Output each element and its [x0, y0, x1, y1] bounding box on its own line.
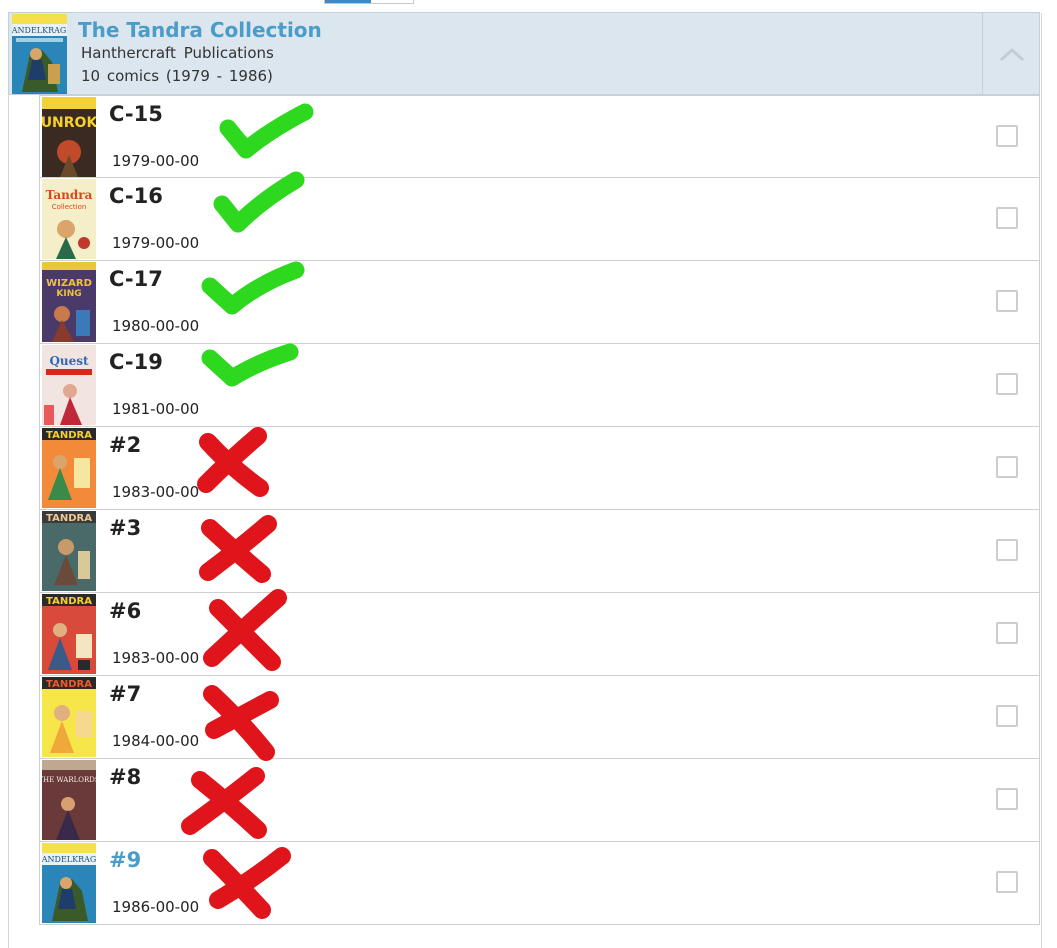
- issue-cover-thumbnail: ANDELKRAG: [42, 843, 96, 923]
- svg-text:TANDRA: TANDRA: [46, 430, 92, 441]
- svg-text:Quest: Quest: [49, 354, 89, 368]
- svg-text:Tandra: Tandra: [46, 188, 93, 202]
- issue-cover-thumbnail: Tandra Collection: [42, 179, 96, 259]
- issue-row[interactable]: ANDELKRAG #9 1986-00-00: [39, 842, 1040, 925]
- issue-number[interactable]: C-15: [109, 102, 163, 126]
- svg-text:ANDELKRAG: ANDELKRAG: [42, 855, 96, 864]
- issue-number[interactable]: #8: [109, 765, 141, 789]
- svg-text:KING: KING: [56, 289, 81, 299]
- issue-date: 1983-00-00: [112, 649, 200, 667]
- issue-date: 1984-00-00: [112, 732, 200, 750]
- issue-row[interactable]: WIZARD KING C-17 1980-00-00: [39, 261, 1040, 344]
- issue-cover-thumbnail: UNROK: [42, 97, 96, 177]
- issue-select-checkbox[interactable]: [996, 622, 1018, 644]
- series-cover-thumbnail: ANDELKRAG: [12, 14, 67, 94]
- issue-date: 1981-00-00: [112, 400, 200, 418]
- issue-number[interactable]: #2: [109, 433, 141, 457]
- svg-text:ANDELKRAG: ANDELKRAG: [12, 26, 66, 35]
- issue-date: 1983-00-00: [112, 483, 200, 501]
- issue-cover-thumbnail: TANDRA: [42, 511, 96, 591]
- issue-row[interactable]: Quest C-19 1981-00-00: [39, 344, 1040, 427]
- issue-row[interactable]: UNROK C-15 1979-00-00: [39, 95, 1040, 178]
- issue-select-checkbox[interactable]: [996, 290, 1018, 312]
- issue-date: 1980-00-00: [112, 317, 200, 335]
- series-header[interactable]: ANDELKRAG The Tandra Collection Hantherc…: [8, 12, 1040, 95]
- issue-date: 1986-00-00: [112, 898, 200, 916]
- issue-select-checkbox[interactable]: [996, 373, 1018, 395]
- issue-row[interactable]: TANDRA #6 1983-00-00: [39, 593, 1040, 676]
- series-title[interactable]: The Tandra Collection: [78, 18, 322, 42]
- issue-number[interactable]: #6: [109, 599, 141, 623]
- scrollbar-track[interactable]: [1041, 13, 1042, 948]
- svg-text:UNROK: UNROK: [42, 115, 96, 131]
- svg-text:WIZARD: WIZARD: [46, 278, 92, 289]
- issue-row[interactable]: TANDRA #2 1983-00-00: [39, 427, 1040, 510]
- svg-text:TANDRA: TANDRA: [46, 513, 92, 524]
- issue-row[interactable]: Tandra Collection C-16 1979-00-00: [39, 178, 1040, 261]
- comic-series-page: ANDELKRAG The Tandra Collection Hantherc…: [0, 0, 1057, 948]
- svg-text:TANDRA: TANDRA: [46, 596, 92, 607]
- svg-text:THE WARLORDS: THE WARLORDS: [42, 776, 96, 784]
- issue-row[interactable]: THE WARLORDS #8: [39, 759, 1040, 842]
- indent-rail: [8, 95, 9, 948]
- issue-row[interactable]: TANDRA #7 1984-00-00: [39, 676, 1040, 759]
- issue-select-checkbox[interactable]: [996, 207, 1018, 229]
- issue-cover-thumbnail: WIZARD KING: [42, 262, 96, 342]
- issue-select-checkbox[interactable]: [996, 705, 1018, 727]
- issue-number[interactable]: C-16: [109, 184, 163, 208]
- series-issue-count: 10 comics (1979 - 1986): [81, 67, 273, 85]
- issue-cover-thumbnail: TANDRA: [42, 428, 96, 508]
- issue-number[interactable]: #9: [109, 848, 141, 872]
- issue-date: 1979-00-00: [112, 152, 200, 170]
- issue-select-checkbox[interactable]: [996, 125, 1018, 147]
- active-tab-indicator: [325, 0, 371, 3]
- series-publisher: Hanthercraft Publications: [81, 44, 274, 62]
- issue-date: 1979-00-00: [112, 234, 200, 252]
- issue-number[interactable]: #3: [109, 516, 141, 540]
- view-tab-strip[interactable]: [324, 0, 414, 4]
- issue-cover-thumbnail: THE WARLORDS: [42, 760, 96, 840]
- issue-list: UNROK C-15 1979-00-00 Tandra Collection …: [39, 95, 1040, 925]
- svg-text:Collection: Collection: [52, 203, 87, 211]
- issue-number[interactable]: #7: [109, 682, 141, 706]
- issue-select-checkbox[interactable]: [996, 788, 1018, 810]
- issue-row[interactable]: TANDRA #3: [39, 510, 1040, 593]
- issue-number[interactable]: C-17: [109, 267, 163, 291]
- svg-text:TANDRA: TANDRA: [46, 679, 92, 690]
- issue-select-checkbox[interactable]: [996, 871, 1018, 893]
- issue-number[interactable]: C-19: [109, 350, 163, 374]
- collapse-button[interactable]: [982, 13, 1041, 94]
- issue-select-checkbox[interactable]: [996, 539, 1018, 561]
- issue-select-checkbox[interactable]: [996, 456, 1018, 478]
- issue-cover-thumbnail: TANDRA: [42, 594, 96, 674]
- issue-cover-thumbnail: TANDRA: [42, 677, 96, 757]
- chevron-up-icon: [1000, 48, 1024, 60]
- issue-cover-thumbnail: Quest: [42, 345, 96, 425]
